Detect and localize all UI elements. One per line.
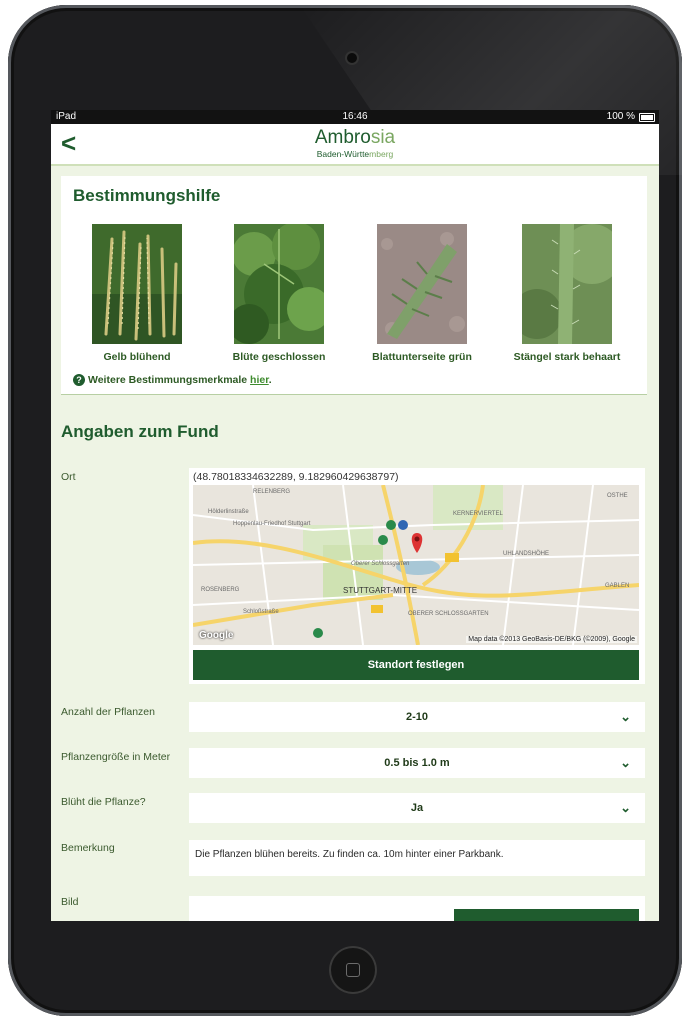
location-label: Ort <box>61 471 76 483</box>
map-label-oberer-schlossgarten: Oberer Schlossgarten <box>351 561 410 567</box>
remark-field[interactable]: Die Pflanzen blühen bereits. Zu finden c… <box>189 840 645 876</box>
more-features-suffix: . <box>268 374 272 386</box>
front-camera <box>347 53 357 63</box>
google-logo: Google <box>199 630 234 641</box>
photo-yellow-flowering[interactable] <box>92 224 182 344</box>
image-label: Bild <box>61 896 79 908</box>
plants-count-label: Anzahl der Pflanzen <box>61 706 155 718</box>
plant-size-value: 0.5 bis 1.0 m <box>384 757 450 769</box>
label-leaf-underside: Blattunterseite grün <box>372 351 472 363</box>
blooming-select[interactable]: Ja ⌄ <box>189 793 645 823</box>
more-features-hint: ? Weitere Bestimmungsmerkmale hier. <box>73 374 272 386</box>
map-label-kernerviertel: KERNERVIERTEL <box>453 511 503 517</box>
map-attribution: Map data ©2013 GeoBasis-DE/BKG (©2009), … <box>466 636 637 643</box>
app-screen: iPad 16:46 100 % < Ambrosia Baden-Württe… <box>51 110 659 921</box>
identification-heading: Bestimmungshilfe <box>73 186 221 205</box>
plants-count-select[interactable]: 2-10 ⌄ <box>189 702 645 732</box>
map-label-hoppenlau: Hoppenlau-Friedhof Stuttgart <box>233 521 311 527</box>
coordinates-text: (48.78018334632289, 9.182960429638797) <box>193 471 399 483</box>
label-closed-blossom: Blüte geschlossen <box>232 351 326 363</box>
status-bar: iPad 16:46 100 % <box>51 110 659 124</box>
identification-card: Bestimmungshilfe Gelb blühend Blüte gesc… <box>61 176 647 395</box>
app-subtitle: Baden-Württemberg <box>51 149 659 159</box>
map-graphic: RELENBERG Hölderlinstraße Hoppenlau-Frie… <box>193 485 639 645</box>
app-title-dark: Ambro <box>314 127 371 148</box>
image-box <box>189 896 645 921</box>
map-label-uhlandshoehe: UHLANDSHÖHE <box>503 550 549 557</box>
scroll-content[interactable]: Bestimmungshilfe Gelb blühend Blüte gesc… <box>51 166 659 921</box>
battery-percentage: 100 % <box>606 111 635 122</box>
photo-leaf-underside[interactable] <box>377 224 467 344</box>
blooming-value: Ja <box>410 802 424 814</box>
plants-count-value: 2-10 <box>405 711 429 723</box>
clock: 16:46 <box>342 111 368 122</box>
plant-size-label: Pflanzengröße in Meter <box>61 751 171 763</box>
plant-size-select[interactable]: 0.5 bis 1.0 m ⌄ <box>189 748 645 778</box>
app-title: Ambrosia <box>51 127 659 149</box>
help-icon: ? <box>73 374 85 386</box>
label-yellow-flowering: Gelb blühend <box>103 351 171 363</box>
map-label-stuttgart-mitte: STUTTGART-MITTE <box>343 586 417 595</box>
more-features-link[interactable]: hier <box>250 374 269 386</box>
map-label-schlossstrasse: Schloßstraße <box>243 609 279 615</box>
home-icon <box>346 963 360 977</box>
chevron-down-icon: ⌄ <box>620 709 631 724</box>
image-upload-button[interactable] <box>454 909 639 921</box>
app-subtitle-dark: Baden-Württe <box>316 149 370 159</box>
map-label-osthe: OSTHE <box>607 493 628 499</box>
location-box: (48.78018334632289, 9.182960429638797) R… <box>189 468 645 684</box>
photo-hairy-stem[interactable] <box>522 224 612 344</box>
map-label-schlossgarten: OBERER SCHLOSSGARTEN <box>408 611 489 617</box>
app-title-light: sia <box>370 127 396 148</box>
map-label-gablen: GABLEN <box>605 583 629 589</box>
label-hairy-stem: Stängel stark behaart <box>513 351 621 363</box>
report-heading: Angaben zum Fund <box>61 422 219 441</box>
battery-icon <box>639 113 655 122</box>
navigation-bar: < Ambrosia Baden-Württemberg <box>51 124 659 166</box>
map-label-relenberg: RELENBERG <box>253 489 290 495</box>
remark-label: Bemerkung <box>61 842 115 854</box>
map-label-rosenberg: ROSENBERG <box>201 587 240 593</box>
set-location-button[interactable]: Standort festlegen <box>193 650 639 680</box>
chevron-down-icon: ⌄ <box>620 800 631 815</box>
home-button[interactable] <box>329 946 377 994</box>
photo-closed-blossom[interactable] <box>234 224 324 344</box>
map-label-hoelderlinstrasse: Hölderlinstraße <box>208 509 249 515</box>
more-features-text: Weitere Bestimmungsmerkmale <box>88 374 251 386</box>
blooming-label: Blüht die Pflanze? <box>61 796 146 808</box>
location-map[interactable]: RELENBERG Hölderlinstraße Hoppenlau-Frie… <box>193 485 639 645</box>
app-subtitle-light: mberg <box>369 149 394 159</box>
chevron-down-icon: ⌄ <box>620 755 631 770</box>
